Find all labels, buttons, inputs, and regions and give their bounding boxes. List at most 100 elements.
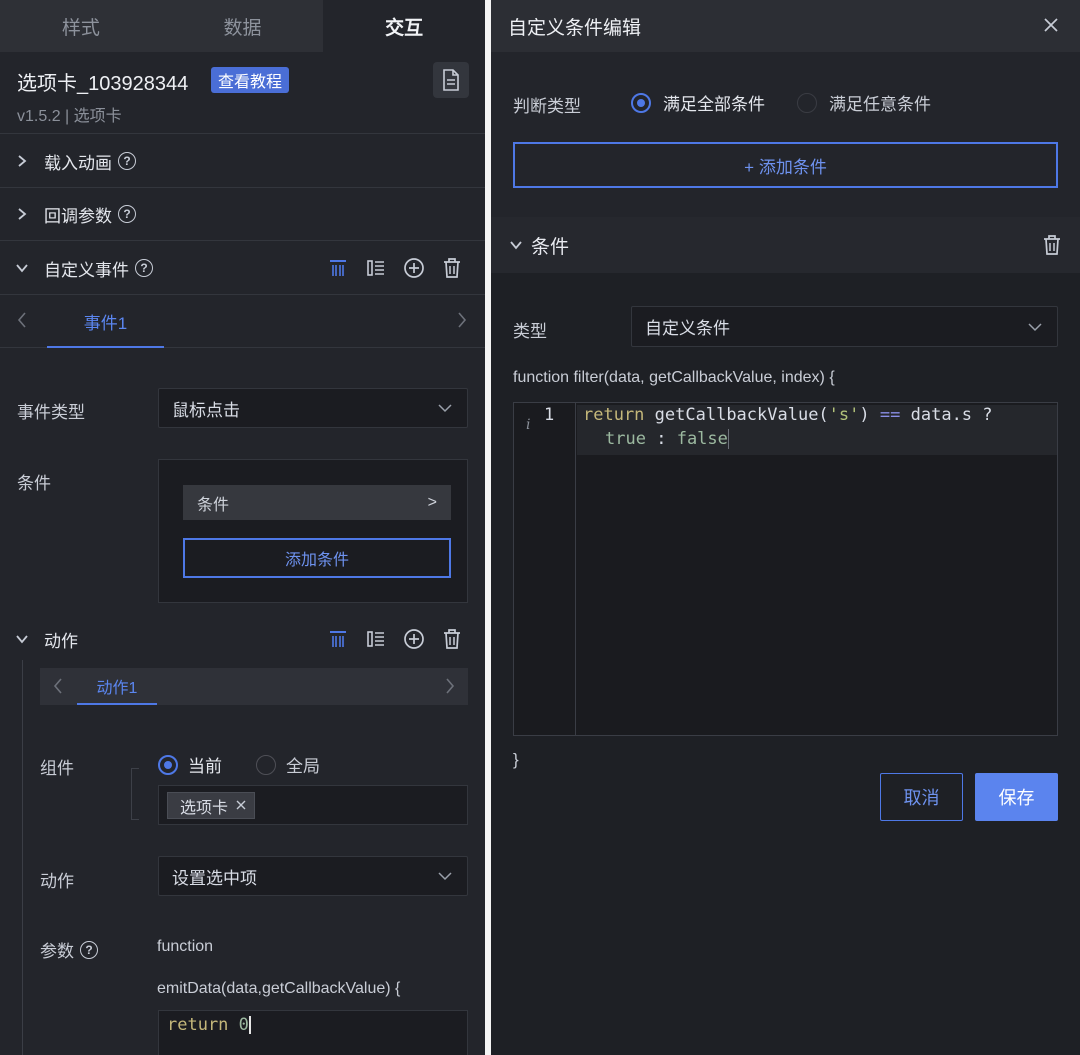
- component-name: 选项卡_103928344: [17, 73, 189, 95]
- help-icon[interactable]: ?: [135, 259, 153, 277]
- bracket-line: [131, 768, 139, 820]
- section-actions[interactable]: 动作: [0, 613, 485, 665]
- event-toolbar: [327, 257, 463, 279]
- scope-label-global: 全局: [286, 757, 320, 776]
- chevron-down-icon: [0, 262, 44, 274]
- code-rhs: data.s ?: [910, 405, 993, 425]
- action-value: 设置选中项: [172, 868, 257, 888]
- judge-type-label: 判断类型: [513, 97, 581, 116]
- params-label-row: 参数 ?: [40, 937, 98, 962]
- section-title: 回调参数: [44, 206, 112, 226]
- chevron-down-icon: [509, 239, 523, 251]
- chevron-left-icon[interactable]: [52, 677, 64, 700]
- tab-data[interactable]: 数据: [161, 0, 324, 52]
- judge-radio-group: 满足全部条件 满足任意条件: [631, 90, 931, 115]
- action-toolbar: [327, 628, 463, 650]
- code-paren: ): [859, 405, 870, 425]
- info-icon: i: [526, 417, 531, 433]
- save-button[interactable]: 保存: [975, 773, 1058, 821]
- code-false: false: [676, 429, 728, 449]
- close-icon[interactable]: [236, 797, 246, 815]
- tab-interaction[interactable]: 交互: [323, 0, 485, 52]
- code-string: 's': [828, 405, 860, 425]
- judge-radio-any[interactable]: [797, 92, 817, 113]
- add-circle-icon[interactable]: [403, 628, 425, 650]
- trash-icon[interactable]: [1042, 234, 1062, 261]
- tab-style[interactable]: 样式: [0, 0, 162, 52]
- dialog-title: 自定义条件编辑: [508, 17, 642, 39]
- align-top-icon[interactable]: [327, 628, 349, 650]
- judge-radio-all[interactable]: [631, 92, 651, 113]
- align-top-icon[interactable]: [327, 257, 349, 279]
- component-tag-input[interactable]: 选项卡: [158, 785, 468, 825]
- code-operator: ==: [879, 405, 901, 425]
- action-select[interactable]: 设置选中项: [158, 856, 468, 896]
- chevron-left-icon[interactable]: [16, 311, 28, 334]
- component-version: v1.5.2 | 选项卡: [17, 108, 122, 125]
- closing-brace: }: [513, 750, 519, 769]
- function-signature: emitData(data,getCallbackValue) {: [157, 980, 401, 997]
- line-number: 1: [544, 405, 555, 425]
- text-cursor: [727, 429, 729, 449]
- help-icon[interactable]: ?: [118, 205, 136, 223]
- scope-radio-global[interactable]: [256, 754, 276, 775]
- properties-panel: 样式 数据 交互 选项卡_103928344 查看教程 v1.5.2 | 选项卡…: [0, 0, 485, 1055]
- condition-section-header[interactable]: 条件: [491, 217, 1080, 273]
- type-label: 类型: [513, 322, 547, 341]
- code-value: 0: [238, 1015, 249, 1035]
- action-label: 动作: [40, 872, 74, 891]
- event-type-label: 事件类型: [17, 403, 85, 422]
- section-title: 条件: [531, 236, 570, 258]
- chevron-down-icon: [437, 398, 453, 418]
- add-condition-button[interactable]: 添加条件: [183, 538, 451, 578]
- condition-label: 条件: [17, 474, 51, 493]
- judge-label-all: 满足全部条件: [663, 95, 765, 114]
- add-circle-icon[interactable]: [403, 257, 425, 279]
- type-select[interactable]: 自定义条件: [631, 306, 1058, 347]
- tab-action-1[interactable]: 动作1: [77, 668, 157, 705]
- panel-tabs: 样式 数据 交互: [0, 0, 485, 52]
- text-cursor: [248, 1016, 251, 1034]
- event-tabs: 事件1: [0, 296, 485, 348]
- event-type-select[interactable]: 鼠标点击: [158, 388, 468, 428]
- chevron-right-icon[interactable]: [456, 311, 468, 334]
- cancel-button[interactable]: 取消: [880, 773, 963, 821]
- trash-icon[interactable]: [441, 257, 463, 279]
- function-keyword: function: [157, 938, 214, 955]
- list-icon[interactable]: [365, 628, 387, 650]
- chevron-down-icon: [1027, 317, 1043, 337]
- component-tag-label: 选项卡: [180, 799, 229, 817]
- code-text: return getCallbackValue('s') == data.s ?…: [577, 403, 1057, 451]
- section-custom-events[interactable]: 自定义事件 ?: [0, 242, 485, 295]
- dialog-header: 自定义条件编辑: [491, 0, 1080, 52]
- chevron-right-icon: [0, 207, 44, 221]
- code-true: true: [605, 429, 646, 449]
- close-icon[interactable]: [1040, 14, 1062, 36]
- scope-label-current: 当前: [188, 757, 222, 776]
- action-tabs: 动作1: [40, 668, 468, 705]
- chevron-right-icon[interactable]: [444, 677, 456, 700]
- params-code-editor[interactable]: return 0: [158, 1010, 468, 1055]
- component-label: 组件: [40, 759, 74, 778]
- editor-gutter: i 1: [514, 403, 576, 735]
- scope-radio-current[interactable]: [158, 754, 178, 775]
- list-icon[interactable]: [365, 257, 387, 279]
- help-icon[interactable]: ?: [118, 152, 136, 170]
- section-title: 自定义事件: [44, 260, 129, 280]
- type-value: 自定义条件: [645, 319, 730, 338]
- code-editor[interactable]: i 1 return getCallbackValue('s') == data…: [513, 402, 1058, 736]
- condition-item[interactable]: 条件 >: [183, 485, 451, 520]
- params-label: 参数: [40, 942, 74, 961]
- help-icon[interactable]: ?: [80, 940, 98, 959]
- tab-event-1[interactable]: 事件1: [47, 296, 164, 348]
- trash-icon[interactable]: [441, 628, 463, 650]
- function-signature: function filter(data, getCallbackValue, …: [513, 369, 835, 386]
- code-call: getCallbackValue(: [654, 405, 829, 425]
- section-title: 载入动画: [44, 153, 112, 173]
- document-button[interactable]: [433, 62, 469, 98]
- section-load-animation[interactable]: 载入动画 ?: [0, 135, 485, 188]
- section-callback-params[interactable]: 回调参数 ?: [0, 188, 485, 241]
- document-icon: [443, 69, 459, 91]
- view-tutorial-button[interactable]: 查看教程: [211, 67, 290, 93]
- add-condition-button[interactable]: + 添加条件: [513, 142, 1058, 188]
